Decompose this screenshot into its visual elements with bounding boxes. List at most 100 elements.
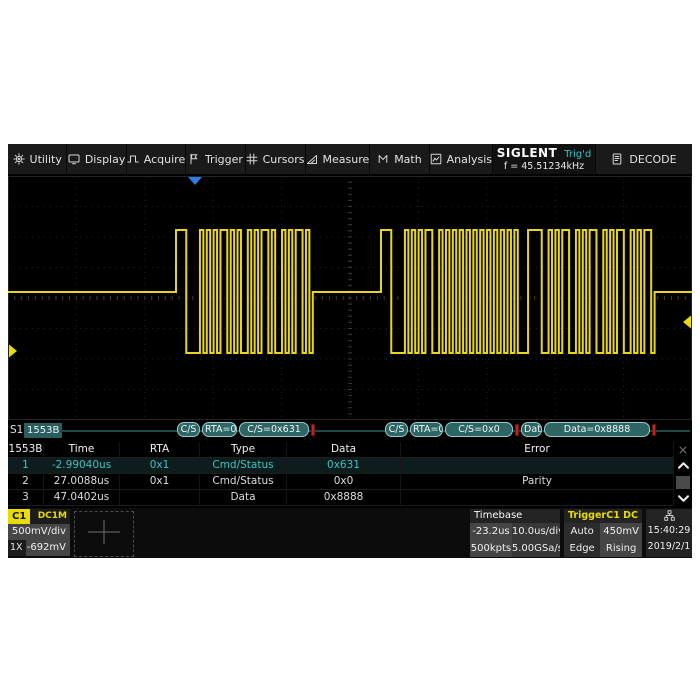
table-scrollbar	[674, 442, 692, 506]
plus-crosshair-icon	[82, 517, 126, 551]
table-cell: Cmd/Status	[200, 458, 287, 474]
decode-bubble: Data=0x8888	[544, 422, 650, 437]
table-cell: 0x631	[287, 458, 401, 474]
chevron-down-icon[interactable]	[675, 492, 691, 505]
table-cell: 3	[8, 490, 44, 506]
timebase-sample-rate: 5.00GSa/s	[512, 540, 560, 557]
frame-end-marker	[515, 424, 519, 436]
trigger-status: Trig'd	[564, 149, 591, 160]
decode-bubble: C/S	[385, 422, 408, 437]
menu-items: Utility Display Acquire Trigger Cursors Measu…	[8, 144, 492, 174]
trigger-slope: Rising	[600, 540, 642, 557]
trigger-panel[interactable]: Trigger C1 DC Auto 450mV Edge Rising	[564, 509, 642, 557]
menu-item-analysis[interactable]: Analysis	[429, 144, 492, 174]
menu-item-label: Acquire	[144, 153, 185, 166]
decode-label: DECODE	[629, 153, 676, 166]
channel1-coupling: DC1M	[38, 511, 67, 521]
menu-item-label: Cursors	[263, 153, 305, 166]
table-cell: Type	[200, 442, 287, 458]
bus-source-label: S1	[10, 424, 23, 436]
timebase-scale: 10.0us/div	[512, 523, 560, 540]
channel1-offset: -692mV	[26, 540, 70, 556]
table-cell: 27.0088us	[44, 474, 120, 490]
table-cell	[401, 490, 674, 506]
decode-table-main: 1553BTimeRTATypeDataError1-2.99040us0x1C…	[8, 442, 674, 506]
menu-item-label: Trigger	[205, 153, 243, 166]
table-row[interactable]: 227.0088us0x1Cmd/Status0x0Parity	[8, 474, 674, 490]
table-cell: 47.0402us	[44, 490, 120, 506]
clock-time: 15:40:29	[646, 523, 692, 539]
measure-icon	[306, 153, 318, 165]
trigger-title: Trigger	[568, 509, 606, 523]
menu-item-label: Utility	[30, 153, 62, 166]
menu-item-label: Math	[394, 153, 422, 166]
timebase-points: 500kpts	[470, 540, 512, 557]
channel1-badge: C1	[8, 509, 30, 524]
timebase-title: Timebase	[470, 509, 560, 523]
table-cell: 0x1	[120, 474, 200, 490]
brand-block: SIGLENT Trig'd f = 45.51234kHz	[492, 144, 596, 174]
add-channel-box[interactable]	[74, 511, 134, 557]
menu-item-acquire[interactable]: Acquire	[126, 144, 185, 174]
gear-icon	[13, 153, 25, 165]
menu-item-trigger[interactable]: Trigger	[185, 144, 244, 174]
clock-date: 2019/2/1	[646, 539, 692, 555]
timebase-panel[interactable]: Timebase -23.2us 10.0us/div 500kpts 5.00…	[470, 509, 560, 557]
trigger-level-marker[interactable]	[683, 316, 691, 329]
menu-bar: Utility Display Acquire Trigger Cursors Measu…	[8, 144, 692, 174]
table-row[interactable]: 1-2.99040us0x1Cmd/Status0x631	[8, 458, 674, 474]
menu-item-utility[interactable]: Utility	[8, 144, 66, 174]
channel1-panel[interactable]: C1 DC1M 500mV/div 1X -692mV	[8, 509, 70, 557]
table-cell: Parity	[401, 474, 674, 490]
analysis-icon	[430, 153, 442, 165]
table-cell: -2.99040us	[44, 458, 120, 474]
acquire-icon	[127, 153, 139, 165]
decode-bus-row: S1 1553B C/SRTA=0xC/S=0x631C/SRTA=0xC/S=…	[8, 420, 692, 442]
channel1-scale: 500mV/div	[8, 524, 70, 540]
close-icon[interactable]	[675, 443, 691, 456]
oscilloscope-screen: Utility Display Acquire Trigger Cursors Measu…	[8, 144, 692, 558]
math-icon	[377, 153, 389, 165]
table-row[interactable]: 347.0402usData0x8888	[8, 490, 674, 506]
menu-item-display[interactable]: Display	[66, 144, 125, 174]
frame-end-marker	[652, 424, 656, 436]
trigger-position-marker[interactable]	[188, 177, 202, 185]
table-cell: Data	[287, 442, 401, 458]
table-cell: Time	[44, 442, 120, 458]
trigger-source: C1 DC	[606, 509, 638, 523]
table-cell	[401, 458, 674, 474]
table-cell: 2	[8, 474, 44, 490]
trigger-flag-icon	[188, 153, 200, 165]
menu-item-label: Display	[85, 153, 126, 166]
decode-bubble: RTA=0x	[202, 422, 237, 437]
bus-protocol-badge: 1553B	[24, 423, 62, 438]
decode-bubble: C/S=0x631	[239, 422, 309, 437]
timebase-delay: -23.2us	[470, 523, 512, 540]
menu-item-cursors[interactable]: Cursors	[245, 144, 305, 174]
clock-panel[interactable]: 15:40:29 2019/2/1	[646, 509, 692, 557]
scrollbar-thumb[interactable]	[676, 476, 690, 489]
menu-item-math[interactable]: Math	[369, 144, 428, 174]
page: { "menu": { "items": [ {"label": "Utilit…	[0, 0, 700, 700]
chevron-up-icon[interactable]	[675, 459, 691, 472]
channel1-offset-marker[interactable]	[9, 345, 17, 358]
display-icon	[68, 153, 80, 165]
table-header-row: 1553BTimeRTATypeDataError	[8, 442, 674, 458]
network-icon	[646, 509, 692, 523]
table-cell: 0x0	[287, 474, 401, 490]
table-cell: 0x1	[120, 458, 200, 474]
decode-table: 1553BTimeRTATypeDataError1-2.99040us0x1C…	[8, 442, 692, 506]
decode-bubble: C/S=0x0	[445, 422, 513, 437]
brand-logo: SIGLENT	[497, 146, 558, 160]
table-cell: Error	[401, 442, 674, 458]
menu-item-label: Analysis	[447, 153, 492, 166]
decode-bubble: C/S	[177, 422, 200, 437]
menu-item-decode[interactable]: DECODE	[596, 144, 692, 174]
menu-item-measure[interactable]: Measure	[305, 144, 370, 174]
status-bar: C1 DC1M 500mV/div 1X -692mV Timebase -23…	[8, 508, 692, 558]
menu-item-label: Measure	[323, 153, 370, 166]
table-cell	[120, 490, 200, 506]
table-cell: Data	[200, 490, 287, 506]
table-cell: Cmd/Status	[200, 474, 287, 490]
table-cell: 1553B	[8, 442, 44, 458]
